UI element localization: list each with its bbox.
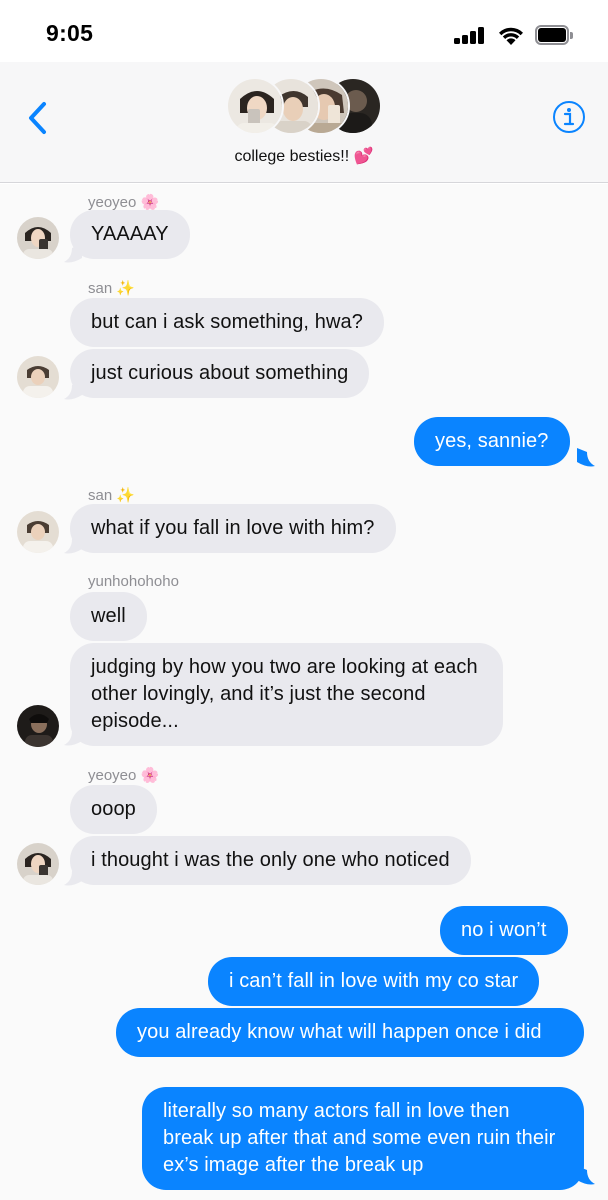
group-avatars[interactable] — [226, 77, 386, 137]
bubble-tail — [577, 448, 595, 467]
sender-name: yeoyeo 🌸 — [88, 767, 160, 784]
avatar-yunho[interactable] — [17, 705, 59, 747]
message-bubble[interactable]: but can i ask something, hwa? — [70, 298, 384, 347]
message-bubble[interactable]: judging by how you two are looking at ea… — [70, 643, 503, 746]
message-bubble-outgoing[interactable]: i can’t fall in love with my co star — [208, 957, 540, 1006]
message-bubble-outgoing[interactable]: literally so many actors fall in love th… — [142, 1087, 584, 1190]
avatar-yeoyeo[interactable] — [17, 843, 59, 885]
avatar-san[interactable] — [17, 511, 59, 553]
status-bar: 9:05 — [0, 0, 608, 62]
bubble-tail — [64, 727, 82, 746]
avatar-yeoyeo[interactable] — [17, 217, 59, 259]
sender-name: yunhohohoho — [88, 573, 179, 590]
sender-name: san ✨ — [88, 280, 136, 297]
status-time: 9:05 — [46, 20, 94, 46]
message-bubble[interactable]: well — [70, 592, 147, 641]
info-icon[interactable] — [552, 100, 586, 134]
message-bubble[interactable]: YAAAAY — [70, 210, 190, 259]
sender-name: yeoyeo 🌸 — [88, 194, 160, 211]
message-bubble-outgoing[interactable]: yes, sannie? — [414, 417, 570, 466]
group-avatar-1 — [226, 77, 284, 135]
message-bubble-outgoing[interactable]: no i won’t — [440, 906, 568, 955]
bubble-tail — [577, 1166, 595, 1185]
sender-name: san ✨ — [88, 487, 136, 504]
conversation-header: college besties!! 💕 — [0, 62, 608, 183]
message-bubble[interactable]: what if you fall in love with him? — [70, 504, 396, 553]
group-name[interactable]: college besties!! 💕 — [0, 146, 608, 166]
avatar-san[interactable] — [17, 356, 59, 398]
cellular-signal-icon — [454, 27, 486, 44]
message-bubble[interactable]: ooop — [70, 785, 157, 834]
message-bubble[interactable]: i thought i was the only one who noticed — [70, 836, 471, 885]
wifi-icon — [499, 27, 523, 45]
message-bubble[interactable]: just curious about something — [70, 349, 370, 398]
battery-icon — [535, 25, 573, 45]
back-chevron-icon[interactable] — [22, 98, 52, 138]
message-bubble-outgoing[interactable]: you already know what will happen once i… — [116, 1008, 584, 1057]
message-thread[interactable]: yeoyeo 🌸 YAAAAY san ✨ but can i ask some… — [0, 184, 608, 1200]
